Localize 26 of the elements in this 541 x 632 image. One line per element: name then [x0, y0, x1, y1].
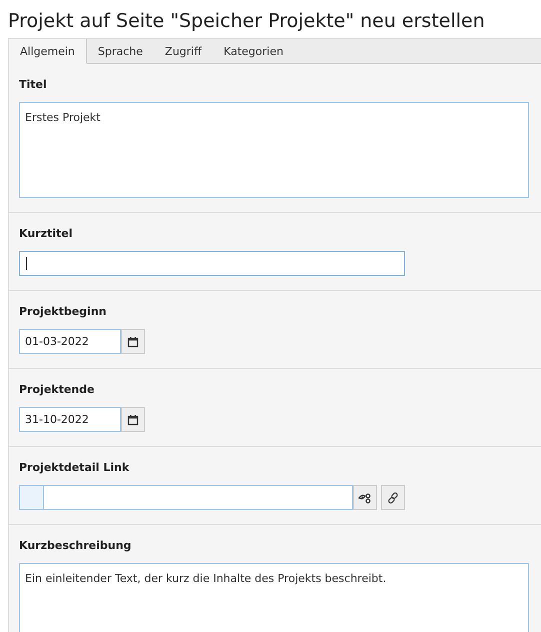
- tab[interactable]: Sprache: [86, 39, 154, 64]
- date-field[interactable]: 31-10-2022: [19, 407, 121, 432]
- text-cursor: [26, 257, 27, 270]
- tab[interactable]: Kategorien: [212, 39, 294, 64]
- textarea-field[interactable]: Erstes Projekt: [19, 102, 529, 198]
- eye-link-icon: [358, 492, 372, 504]
- field-label: Projektende: [19, 383, 96, 396]
- calendar-icon: [127, 414, 139, 426]
- calendar-button[interactable]: [121, 407, 145, 432]
- field-label: Kurzbeschreibung: [19, 539, 132, 552]
- date-field[interactable]: 01-03-2022: [19, 329, 121, 354]
- calendar-icon: [127, 336, 139, 348]
- field-label: Kurztitel: [19, 227, 74, 240]
- field-label: Projektdetail Link: [19, 461, 130, 474]
- field-label: Projektbeginn: [19, 305, 108, 318]
- link-button[interactable]: [381, 485, 405, 510]
- input-field[interactable]: [19, 251, 405, 276]
- link-field[interactable]: [19, 485, 353, 510]
- tab[interactable]: Allgemein: [9, 39, 87, 64]
- page-title: Projekt auf Seite "Speicher Projekte" neu erstellen: [7, 9, 486, 34]
- textarea-field[interactable]: Ein einleitender Text, der kurz die Inhalte des Projekts beschreibt.: [19, 563, 529, 632]
- calendar-button[interactable]: [121, 329, 145, 354]
- field-label: Titel: [19, 78, 48, 91]
- link-explanation-button[interactable]: [353, 485, 377, 510]
- tab[interactable]: Zugriff: [154, 39, 213, 64]
- link-icon: [387, 492, 399, 504]
